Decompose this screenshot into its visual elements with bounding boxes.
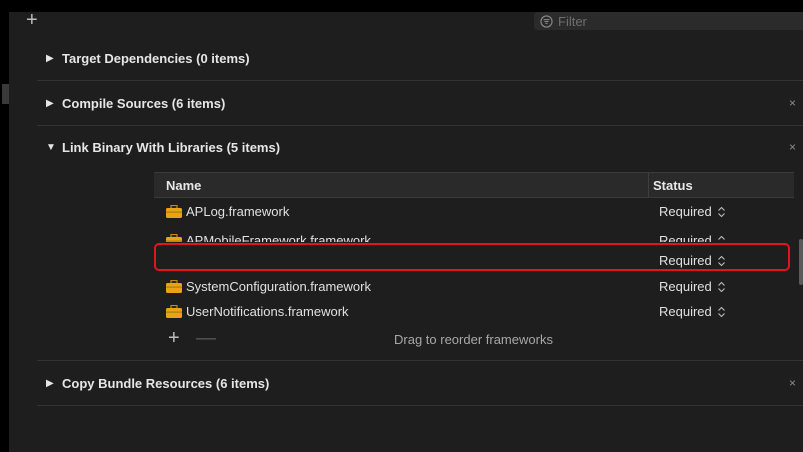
section-link-binary[interactable]: ▼ Link Binary With Libraries (5 items) bbox=[46, 140, 280, 155]
filter-input[interactable] bbox=[558, 13, 758, 29]
disclosure-triangle-icon[interactable]: ▼ bbox=[46, 142, 62, 153]
section-title: Target Dependencies (0 items) bbox=[62, 51, 250, 66]
section-title: Compile Sources (6 items) bbox=[62, 96, 226, 111]
section-divider bbox=[37, 80, 803, 81]
updown-chevron-icon bbox=[717, 206, 725, 217]
section-divider bbox=[37, 125, 803, 126]
updown-chevron-icon bbox=[717, 235, 725, 242]
table-row[interactable]: APMobileFramework.framework Required bbox=[154, 229, 794, 242]
drag-hint-text: Drag to reorder frameworks bbox=[394, 332, 553, 347]
framework-name: APLog.framework bbox=[186, 204, 290, 219]
close-icon[interactable]: × bbox=[789, 96, 796, 110]
updown-chevron-icon bbox=[717, 281, 725, 292]
scrollbar-thumb[interactable] bbox=[799, 239, 803, 285]
filter-icon bbox=[540, 14, 553, 28]
table-row[interactable]: SystemConfiguration.framework Required bbox=[154, 275, 794, 300]
section-target-dependencies[interactable]: ▶ Target Dependencies (0 items) bbox=[46, 51, 250, 66]
section-compile-sources[interactable]: ▶ Compile Sources (6 items) bbox=[46, 96, 225, 111]
column-name-header[interactable]: Name bbox=[166, 178, 201, 193]
toolbox-icon bbox=[166, 305, 182, 318]
toolbox-icon bbox=[166, 205, 182, 218]
status-value: Required bbox=[659, 304, 712, 319]
toolbox-icon bbox=[166, 234, 182, 242]
gutter-marker bbox=[2, 84, 9, 104]
filter-field[interactable] bbox=[534, 12, 803, 30]
framework-name: SystemConfiguration.framework bbox=[186, 279, 371, 294]
library-table-header: Name Status bbox=[154, 172, 794, 198]
status-value: Required bbox=[659, 279, 712, 294]
section-title: Copy Bundle Resources (6 items) bbox=[62, 376, 270, 391]
close-icon[interactable]: × bbox=[789, 376, 796, 390]
toolbox-icon bbox=[166, 280, 182, 293]
remove-framework-button[interactable]: — bbox=[196, 326, 216, 350]
section-divider bbox=[37, 360, 803, 361]
close-icon[interactable]: × bbox=[789, 140, 796, 154]
column-status-header[interactable]: Status bbox=[653, 178, 693, 193]
add-build-phase-button[interactable]: + bbox=[26, 10, 38, 30]
table-row[interactable]: UserNotifications.framework Required bbox=[154, 300, 794, 325]
status-popup[interactable]: Required bbox=[659, 204, 726, 219]
disclosure-triangle-icon[interactable]: ▶ bbox=[46, 378, 62, 389]
status-popup[interactable]: Required bbox=[659, 233, 726, 242]
status-value: Required bbox=[659, 233, 712, 242]
table-row[interactable]: APLog.framework Required bbox=[154, 200, 794, 225]
disclosure-triangle-icon[interactable]: ▶ bbox=[46, 98, 62, 109]
framework-name: UserNotifications.framework bbox=[186, 304, 349, 319]
updown-chevron-icon bbox=[717, 306, 725, 317]
library-table-footer: + — Drag to reorder frameworks bbox=[154, 326, 794, 352]
status-popup[interactable]: Required bbox=[659, 304, 726, 319]
add-framework-button[interactable]: + bbox=[168, 326, 180, 350]
left-gutter bbox=[0, 0, 9, 452]
status-popup[interactable]: Required bbox=[659, 279, 726, 294]
section-title: Link Binary With Libraries (5 items) bbox=[62, 140, 281, 155]
highlight-annotation bbox=[154, 243, 790, 271]
section-copy-bundle-resources[interactable]: ▶ Copy Bundle Resources (6 items) bbox=[46, 376, 269, 391]
clipped-row-container: APMobileFramework.framework Required bbox=[154, 229, 794, 242]
column-separator bbox=[648, 173, 649, 197]
framework-name: APMobileFramework.framework bbox=[186, 233, 371, 242]
status-value: Required bbox=[659, 204, 712, 219]
section-divider bbox=[37, 405, 803, 406]
disclosure-triangle-icon[interactable]: ▶ bbox=[46, 53, 62, 64]
